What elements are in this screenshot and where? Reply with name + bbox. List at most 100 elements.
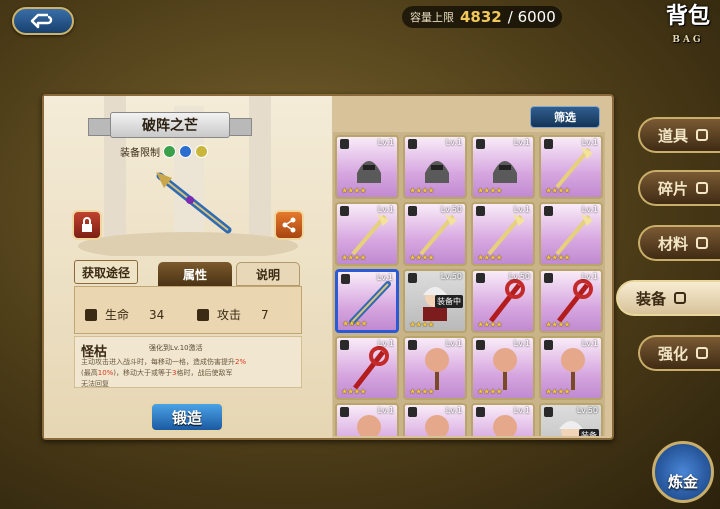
inventory-item-helmet[interactable]: Lv.1 ★★★★ [471, 135, 535, 199]
inventory-item-char[interactable]: Lv.50★★★★装备 [539, 403, 603, 436]
inventory-item-mace[interactable]: Lv.1★★★★ [335, 403, 399, 436]
thunder-element-icon [195, 145, 208, 158]
hp-label: 生命 [105, 308, 130, 322]
equipment-icon [674, 292, 687, 304]
side-tab-items[interactable]: 道具 [638, 117, 720, 153]
inventory-item-staff[interactable]: Lv.1 ★★★★ [471, 202, 535, 266]
skill-description: 主动攻击进入战斗时，每移动一格，造成伤害提升2% (最高10%)，移动大于或等于… [81, 357, 301, 388]
item-level: Lv.1 [581, 205, 598, 214]
star-rating: ★★★★ [545, 387, 571, 396]
skill-line2-a: (最高 [81, 369, 98, 377]
attack-stat: 攻击 7 [197, 306, 269, 323]
item-level: Lv.1 [581, 138, 598, 147]
wind-element-icon [163, 145, 176, 158]
filter-button[interactable]: 筛选 [530, 106, 600, 128]
equip-limit: 装备限制 [120, 144, 208, 159]
item-level: Lv.1 [581, 339, 598, 348]
item-name: 破阵之芒 [110, 112, 230, 138]
skill-value-2: 10% [97, 369, 114, 377]
item-level: Lv.1 [376, 273, 393, 282]
star-rating: ★★★★ [409, 320, 435, 329]
skill-line3: 无法回复 [81, 380, 109, 388]
inventory-item-char[interactable]: Lv.50 ★★★★ 装备中 [403, 269, 467, 333]
lock-button[interactable] [72, 210, 102, 240]
star-rating: ★★★★ [409, 253, 435, 262]
skill-value-1: 2% [235, 358, 247, 366]
crimson-icon [489, 279, 525, 323]
staff-icon [487, 214, 525, 256]
alchemy-button[interactable]: 炼金 [652, 441, 714, 503]
item-level: Lv.1 [377, 339, 394, 348]
inventory-item-staff[interactable]: Lv.1 ★★★★ [539, 135, 603, 199]
mace-icon [493, 348, 517, 390]
crimson-icon [353, 346, 389, 390]
inventory-item-mace[interactable]: Lv.1 ★★★★ [539, 336, 603, 400]
skill-unlock-note: 强化到Lv.10激活 [149, 344, 203, 352]
star-rating: ★★★★ [477, 253, 503, 262]
back-arrow-icon [30, 13, 53, 29]
inventory-item-staff[interactable]: Lv.50 ★★★★ [403, 202, 467, 266]
tab-description[interactable]: 说明 [236, 262, 300, 286]
inventory-item-mace[interactable]: Lv.1★★★★ [471, 403, 535, 436]
item-level: Lv.1 [377, 205, 394, 214]
star-rating: ★★★★ [341, 387, 367, 396]
capacity-label: 容量上限 [410, 11, 454, 24]
skill-line2-c: 格时，战后使敌军 [176, 369, 233, 377]
star-rating: ★★★★ [477, 387, 503, 396]
inventory-grid-items: Lv.1 ★★★★ Lv.1 ★★★★ Lv.1 ★★★★ Lv.1 ★★★★ Lv.1 ★★★★… [335, 135, 603, 436]
item-level: Lv.1 [513, 406, 530, 415]
star-rating: ★★★★ [477, 186, 503, 195]
item-level: Lv.1 [377, 406, 394, 415]
helmet-icon [425, 161, 449, 183]
fragment-icon [696, 182, 709, 194]
crimson-icon [557, 279, 593, 323]
potion-icon [696, 129, 709, 141]
back-button[interactable] [12, 7, 74, 35]
equipped-badge: 装备 [579, 429, 599, 436]
inventory-item-crimson[interactable]: Lv.1 ★★★★ [335, 336, 399, 400]
capacity-display: 容量上限 4832 / 6000 [402, 6, 562, 28]
side-tab-equipment[interactable]: 装备 [616, 280, 720, 316]
share-button[interactable] [274, 210, 304, 240]
inventory-item-mace[interactable]: Lv.1★★★★ [403, 403, 467, 436]
water-element-icon [179, 145, 192, 158]
inventory-item-lance[interactable]: Lv.1 ★★★★ [335, 269, 399, 333]
inventory-item-helmet[interactable]: Lv.1 ★★★★ [335, 135, 399, 199]
equip-limit-label: 装备限制 [120, 148, 160, 159]
page-title-en: BAG [672, 35, 704, 45]
helmet-icon [493, 161, 517, 183]
hp-stat: 生命 34 [85, 306, 164, 323]
lock-icon [82, 217, 92, 232]
inventory-item-helmet[interactable]: Lv.1 ★★★★ [403, 135, 467, 199]
star-rating: ★★★★ [342, 319, 368, 328]
inventory-item-staff[interactable]: Lv.1 ★★★★ [539, 202, 603, 266]
side-tab-equipment-label: 装备 [636, 289, 667, 308]
side-tab-fragments[interactable]: 碎片 [638, 170, 720, 206]
item-level: Lv.1 [513, 339, 530, 348]
inventory-item-staff[interactable]: Lv.1 ★★★★ [335, 202, 399, 266]
side-tab-materials[interactable]: 材料 [638, 225, 720, 261]
inventory-item-crimson[interactable]: Lv.1 ★★★★ [539, 269, 603, 333]
item-level: Lv.50 [440, 205, 462, 214]
inventory-grid[interactable]: Lv.1 ★★★★ Lv.1 ★★★★ Lv.1 ★★★★ Lv.1 ★★★★ Lv.1 ★★★★… [333, 132, 605, 436]
item-level: Lv.1 [445, 138, 462, 147]
forge-button[interactable]: 锻造 [150, 402, 224, 432]
star-rating: ★★★★ [341, 253, 367, 262]
tab-attributes[interactable]: 属性 [158, 262, 232, 286]
side-tab-enhance[interactable]: 强化 [638, 335, 720, 371]
star-rating: ★★★★ [545, 320, 571, 329]
tab-source[interactable]: 获取途径 [74, 260, 138, 284]
mace-icon [561, 348, 585, 390]
item-level: Lv.1 [581, 272, 598, 281]
star-rating: ★★★★ [409, 186, 435, 195]
enhance-icon [696, 347, 709, 359]
stats-box: 生命 34 攻击 7 [74, 286, 302, 334]
item-level: Lv.1 [377, 138, 394, 147]
inventory-item-mace[interactable]: Lv.1★★★★ [403, 336, 467, 400]
attack-label: 攻击 [217, 308, 242, 322]
mace-icon [425, 348, 449, 390]
staff-icon [419, 214, 457, 256]
inventory-item-mace[interactable]: Lv.1 ★★★★ [471, 336, 535, 400]
page-title-text: 背包 [665, 3, 710, 29]
inventory-item-crimson[interactable]: Lv.50 ★★★★ [471, 269, 535, 333]
